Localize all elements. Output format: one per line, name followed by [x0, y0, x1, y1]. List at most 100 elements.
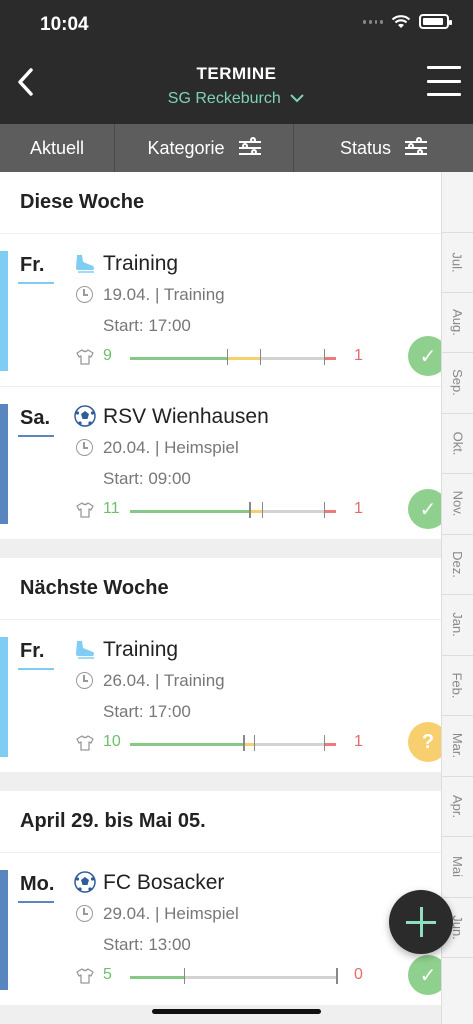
- question-icon: ?: [421, 730, 435, 753]
- event-type-bar: [0, 404, 8, 524]
- attendance-segment-open: [259, 357, 324, 360]
- attendance-segment-yes: [130, 357, 227, 360]
- month-index-item[interactable]: Okt.: [442, 414, 473, 474]
- attendance-bar: [130, 357, 336, 360]
- week-section: Diese Woche Fr. Training 19.04. | Traini…: [0, 172, 441, 540]
- filter-bar: Aktuell Kategorie Status: [0, 124, 473, 172]
- attendance-yes-count: 5: [103, 966, 112, 983]
- hamburger-menu-button[interactable]: [427, 66, 461, 96]
- month-label: Dez.: [449, 550, 465, 578]
- month-index-item[interactable]: Apr.: [442, 777, 473, 837]
- attendance-segment-no: [323, 743, 336, 746]
- event-date: 19.04. | Training: [103, 285, 225, 304]
- month-index-item[interactable]: Jul.: [442, 232, 473, 293]
- event-day: Fr.: [20, 254, 45, 276]
- event-day: Mo.: [20, 873, 55, 895]
- month-index-item[interactable]: Sep.: [442, 353, 473, 414]
- attendance-yes-count: 11: [103, 500, 120, 517]
- event-title: RSV Wienhausen: [103, 405, 269, 428]
- attendance-tick: [259, 349, 262, 365]
- soccer-ball-icon: [74, 405, 96, 427]
- status-confirmed-badge[interactable]: ✓: [408, 955, 441, 995]
- plus-icon-stroke: [419, 907, 423, 937]
- event-card[interactable]: Mo. FC Bosacker 29.04. | Heimspiel Start…: [0, 853, 441, 1006]
- attendance-segment-maybe: [243, 743, 254, 746]
- month-index-item[interactable]: Dez.: [442, 535, 473, 595]
- day-underline: [18, 282, 54, 284]
- football-boot-icon: [74, 252, 96, 274]
- events-list[interactable]: Diese Woche Fr. Training 19.04. | Traini…: [0, 172, 441, 1024]
- event-title: Training: [103, 638, 179, 661]
- month-index-item[interactable]: Jan.: [442, 595, 473, 656]
- attendance-segment-maybe: [226, 357, 260, 360]
- month-index-item[interactable]: Mai: [442, 837, 473, 898]
- attendance-segment-open: [183, 976, 336, 979]
- event-title: Training: [103, 252, 179, 275]
- status-time: 10:04: [40, 14, 89, 35]
- month-index-item[interactable]: Feb.: [442, 656, 473, 716]
- jersey-icon: [76, 968, 94, 984]
- filter-status[interactable]: Status: [294, 124, 473, 172]
- attendance-tick: [249, 502, 251, 518]
- attendance-bar: [130, 510, 336, 513]
- checkmark-icon: ✓: [419, 964, 437, 987]
- event-date: 26.04. | Training: [103, 671, 225, 690]
- event-day: Sa.: [20, 407, 51, 429]
- attendance-yes-count: 10: [103, 733, 121, 750]
- event-start-time: Start: 17:00: [103, 702, 191, 721]
- home-indicator: [152, 1009, 321, 1014]
- team-selector[interactable]: SG Reckeburch: [0, 90, 473, 108]
- checkmark-icon: ✓: [419, 345, 437, 368]
- event-start-time: Start: 17:00: [103, 316, 191, 335]
- filter-sliders-icon: [405, 137, 428, 158]
- month-index-item[interactable]: Mar.: [442, 716, 473, 777]
- attendance-no-count: 1: [354, 733, 363, 750]
- day-underline: [18, 435, 54, 437]
- attendance-segment-maybe: [249, 510, 262, 513]
- week-section: Nächste Woche Fr. Training 26.04. | Trai…: [0, 558, 441, 773]
- event-day: Fr.: [20, 640, 45, 662]
- month-index-item[interactable]: Aug.: [442, 293, 473, 353]
- status-confirmed-badge[interactable]: ✓: [408, 489, 441, 529]
- event-card[interactable]: Fr. Training 19.04. | Training Start: 17…: [0, 234, 441, 387]
- month-label: Jan.: [449, 612, 465, 638]
- event-card[interactable]: Fr. Training 26.04. | Training Start: 17…: [0, 620, 441, 773]
- event-title: FC Bosacker: [103, 871, 225, 894]
- jersey-icon: [76, 735, 94, 751]
- chevron-down-icon: [290, 94, 304, 103]
- month-label: Apr.: [450, 794, 465, 818]
- checkmark-icon: ✓: [419, 498, 437, 521]
- filter-aktuell[interactable]: Aktuell: [0, 124, 115, 172]
- filter-kategorie[interactable]: Kategorie: [115, 124, 294, 172]
- attendance-segment-open: [261, 510, 324, 513]
- clock-icon: [76, 286, 93, 303]
- attendance-no-count: 1: [354, 347, 363, 364]
- section-title: Diese Woche: [0, 172, 441, 234]
- menu-line-icon: [427, 66, 461, 69]
- month-label: Okt.: [450, 431, 465, 456]
- status-icons: [363, 14, 452, 29]
- attendance-tick: [323, 735, 326, 751]
- month-label: Mar.: [449, 733, 465, 759]
- month-label: Feb.: [449, 672, 465, 699]
- clock-icon: [76, 905, 93, 922]
- soccer-ball-icon: [74, 871, 96, 893]
- football-boot-icon: [74, 638, 96, 660]
- attendance-bar: [130, 743, 336, 746]
- attendance-tick: [323, 502, 326, 518]
- month-index-item[interactable]: Nov.: [442, 474, 473, 535]
- attendance-bar: [130, 976, 336, 979]
- attendance-tick: [253, 735, 256, 751]
- add-event-button[interactable]: [389, 890, 453, 954]
- month-label: Jul.: [449, 252, 465, 273]
- event-type-bar: [0, 870, 8, 990]
- attendance-tick: [226, 349, 229, 365]
- attendance-segment-yes: [130, 743, 244, 746]
- clock-icon: [76, 672, 93, 689]
- event-card[interactable]: Sa. RSV Wienhausen 20.04. | Heimspiel St…: [0, 387, 441, 540]
- attendance-segment-open: [253, 743, 324, 746]
- status-pending-badge[interactable]: ?: [408, 722, 441, 762]
- day-underline: [18, 668, 54, 670]
- status-confirmed-badge[interactable]: ✓: [408, 336, 441, 376]
- attendance-segment-no: [323, 357, 336, 360]
